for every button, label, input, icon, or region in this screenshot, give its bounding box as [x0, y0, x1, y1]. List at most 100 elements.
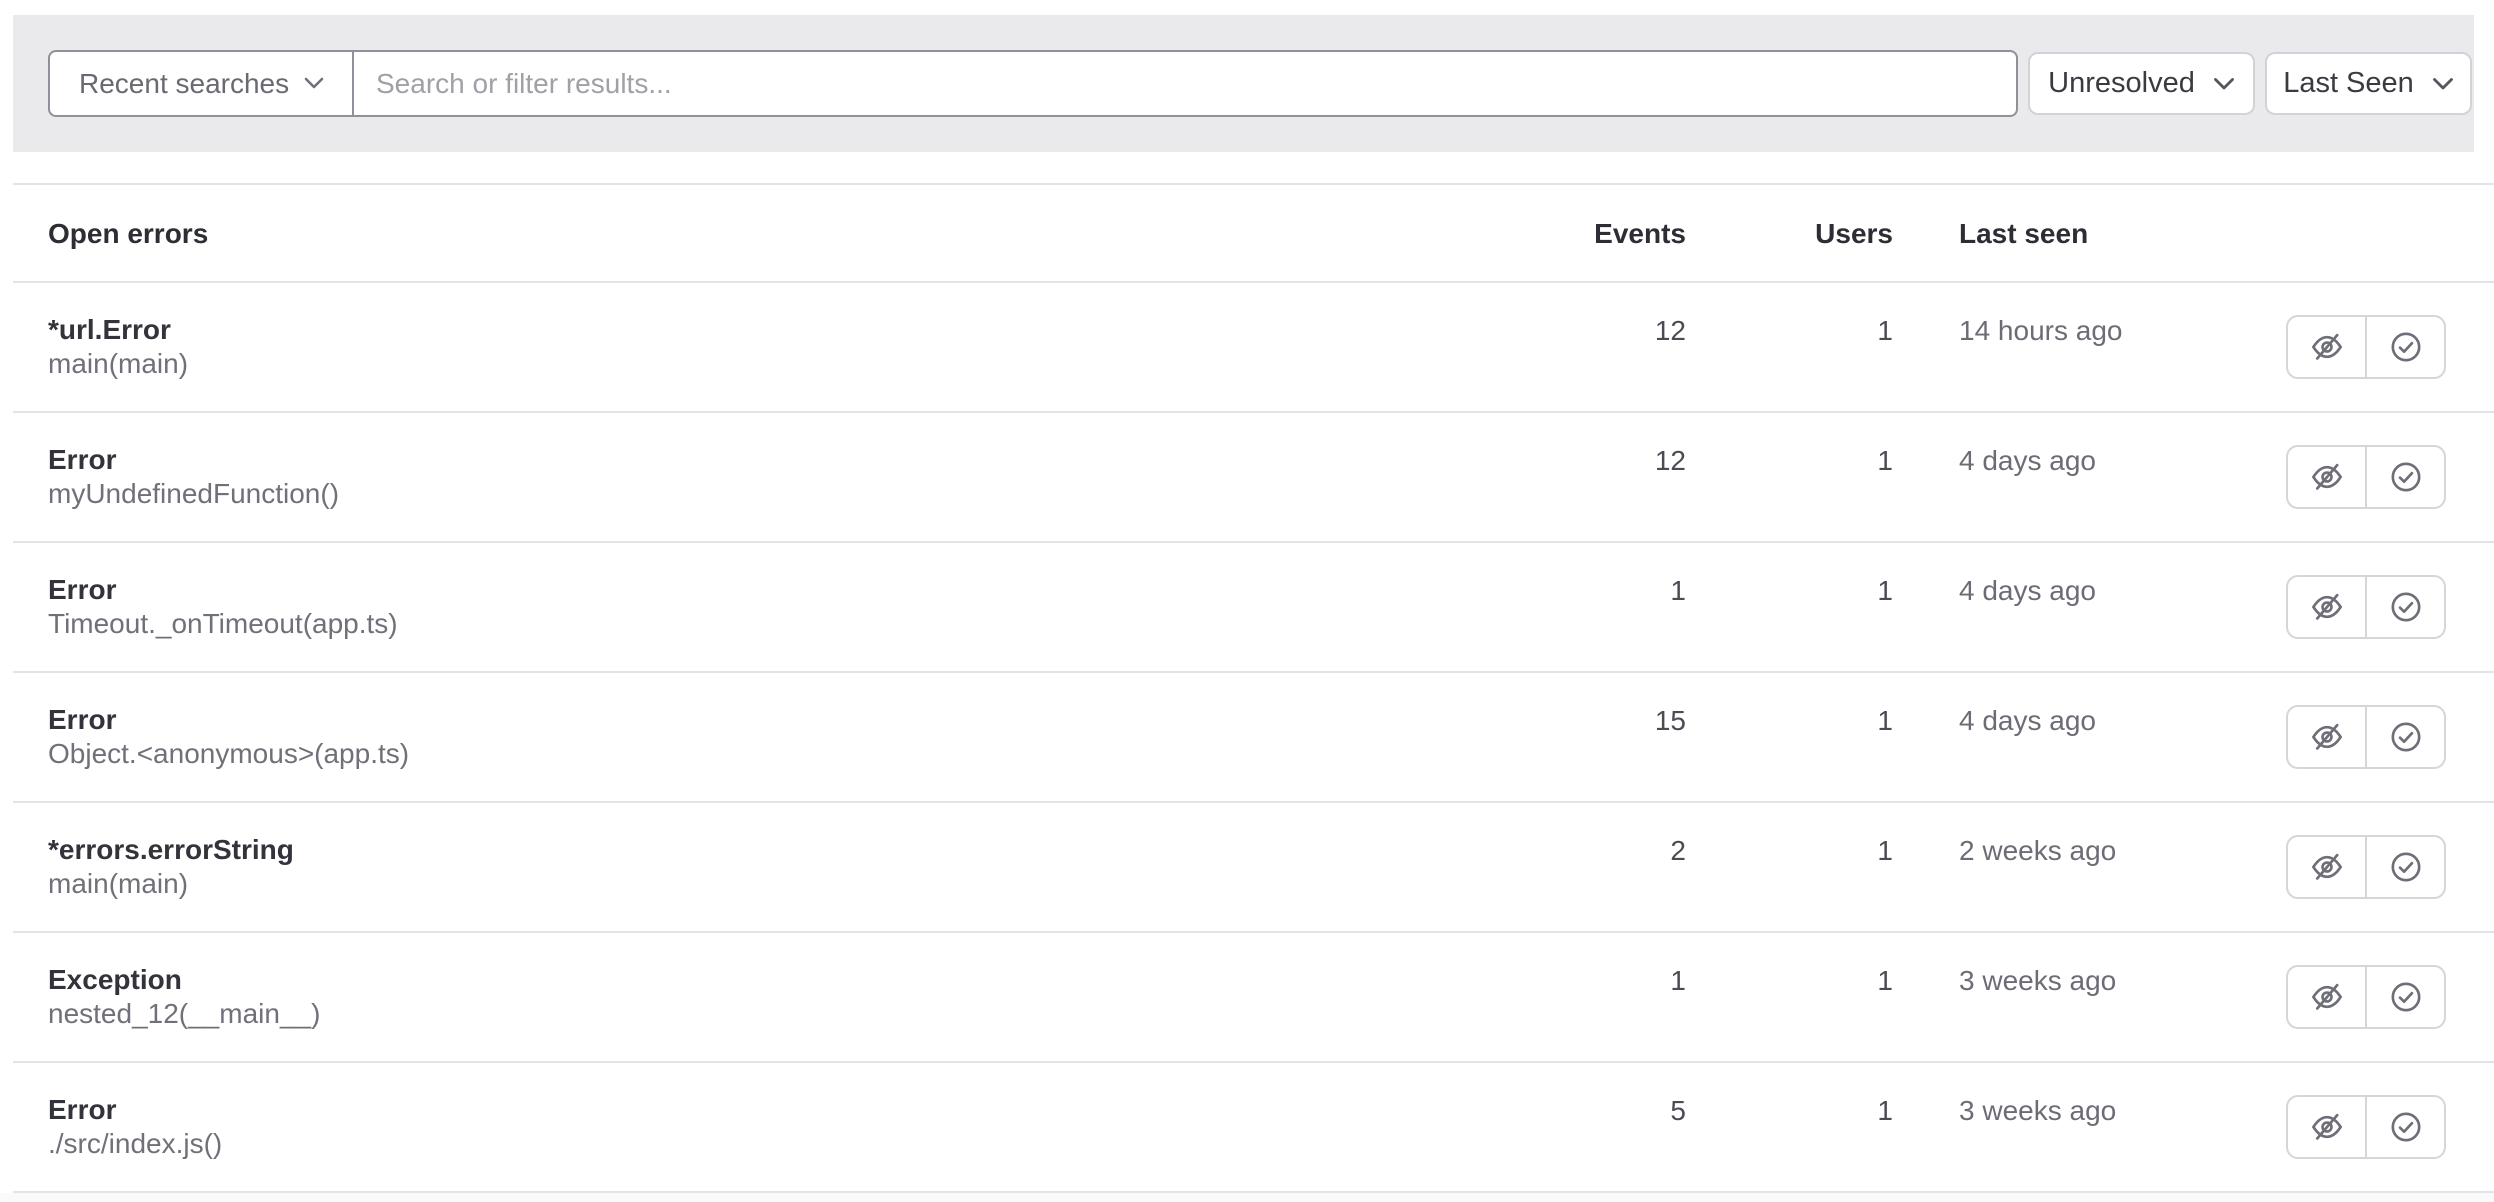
- users-count: 1: [1693, 1095, 1893, 1127]
- events-count: 15: [1486, 705, 1686, 737]
- ignore-button[interactable]: [2288, 967, 2365, 1027]
- error-culprit: ./src/index.js(): [48, 1127, 222, 1161]
- column-header-last-seen: Last seen: [1959, 218, 2088, 250]
- check-circle-icon: [2389, 460, 2423, 494]
- events-count: 1: [1486, 965, 1686, 997]
- error-culprit: myUndefinedFunction(): [48, 477, 339, 511]
- events-count: 12: [1486, 315, 1686, 347]
- check-circle-icon: [2389, 590, 2423, 624]
- error-culprit: main(main): [48, 867, 294, 901]
- bottom-edge: [0, 1193, 2494, 1202]
- ignore-button[interactable]: [2288, 837, 2365, 897]
- error-title[interactable]: *url.Error: [48, 313, 188, 347]
- error-culprit: Timeout._onTimeout(app.ts): [48, 607, 398, 641]
- table-header: Open errors Events Users Last seen: [13, 183, 2494, 283]
- check-circle-icon: [2389, 330, 2423, 364]
- events-count: 5: [1486, 1095, 1686, 1127]
- last-seen-value: 4 days ago: [1959, 575, 2096, 607]
- last-seen-value: 3 weeks ago: [1959, 965, 2116, 997]
- resolve-button[interactable]: [2365, 447, 2444, 507]
- error-link[interactable]: Error ./src/index.js(): [48, 1093, 222, 1161]
- row-action-group: [2286, 835, 2446, 899]
- users-count: 1: [1693, 835, 1893, 867]
- eye-slash-icon: [2310, 330, 2344, 364]
- column-header-users: Users: [1693, 218, 1893, 250]
- status-filter-label: Unresolved: [2048, 67, 2195, 100]
- check-circle-icon: [2389, 980, 2423, 1014]
- check-circle-icon: [2389, 850, 2423, 884]
- chevron-down-icon: [2432, 77, 2454, 91]
- error-row[interactable]: *url.Error main(main) 12 1 14 hours ago: [13, 283, 2494, 413]
- resolve-button[interactable]: [2365, 1097, 2444, 1157]
- eye-slash-icon: [2310, 590, 2344, 624]
- error-row[interactable]: Error Timeout._onTimeout(app.ts) 1 1 4 d…: [13, 543, 2494, 673]
- ignore-button[interactable]: [2288, 707, 2365, 767]
- filter-bar: Recent searches Unresolved Last Seen: [13, 15, 2474, 152]
- resolve-button[interactable]: [2365, 837, 2444, 897]
- error-culprit: Object.<anonymous>(app.ts): [48, 737, 409, 771]
- ignore-button[interactable]: [2288, 577, 2365, 637]
- users-count: 1: [1693, 445, 1893, 477]
- users-count: 1: [1693, 575, 1893, 607]
- error-row[interactable]: Error Object.<anonymous>(app.ts) 15 1 4 …: [13, 673, 2494, 803]
- sort-dropdown[interactable]: Last Seen: [2265, 52, 2472, 115]
- eye-slash-icon: [2310, 720, 2344, 754]
- search-input[interactable]: [352, 50, 2018, 117]
- users-count: 1: [1693, 315, 1893, 347]
- ignore-button[interactable]: [2288, 447, 2365, 507]
- error-title[interactable]: Error: [48, 703, 409, 737]
- last-seen-value: 3 weeks ago: [1959, 1095, 2116, 1127]
- check-circle-icon: [2389, 1110, 2423, 1144]
- resolve-button[interactable]: [2365, 577, 2444, 637]
- resolve-button[interactable]: [2365, 317, 2444, 377]
- column-header-events: Events: [1486, 218, 1686, 250]
- check-circle-icon: [2389, 720, 2423, 754]
- error-link[interactable]: Error Timeout._onTimeout(app.ts): [48, 573, 398, 641]
- resolve-button[interactable]: [2365, 707, 2444, 767]
- eye-slash-icon: [2310, 980, 2344, 1014]
- chevron-down-icon: [2213, 77, 2235, 91]
- last-seen-value: 4 days ago: [1959, 705, 2096, 737]
- users-count: 1: [1693, 965, 1893, 997]
- error-link[interactable]: Error Object.<anonymous>(app.ts): [48, 703, 409, 771]
- ignore-button[interactable]: [2288, 317, 2365, 377]
- error-row[interactable]: *errors.errorString main(main) 2 1 2 wee…: [13, 803, 2494, 933]
- error-row[interactable]: Exception nested_12(__main__) 1 1 3 week…: [13, 933, 2494, 1063]
- chevron-down-icon: [304, 77, 324, 90]
- resolve-button[interactable]: [2365, 967, 2444, 1027]
- recent-searches-dropdown[interactable]: Recent searches: [48, 50, 352, 117]
- error-title[interactable]: Error: [48, 573, 398, 607]
- open-errors-table: Open errors Events Users Last seen *url.…: [13, 183, 2494, 1193]
- error-link[interactable]: Exception nested_12(__main__): [48, 963, 320, 1031]
- error-title[interactable]: Exception: [48, 963, 320, 997]
- events-count: 1: [1486, 575, 1686, 607]
- error-link[interactable]: Error myUndefinedFunction(): [48, 443, 339, 511]
- sort-label: Last Seen: [2283, 67, 2414, 100]
- status-filter-dropdown[interactable]: Unresolved: [2028, 52, 2255, 115]
- error-link[interactable]: *errors.errorString main(main): [48, 833, 294, 901]
- ignore-button[interactable]: [2288, 1097, 2365, 1157]
- row-action-group: [2286, 445, 2446, 509]
- row-action-group: [2286, 1095, 2446, 1159]
- eye-slash-icon: [2310, 850, 2344, 884]
- eye-slash-icon: [2310, 460, 2344, 494]
- error-culprit: main(main): [48, 347, 188, 381]
- error-row[interactable]: Error ./src/index.js() 5 1 3 weeks ago: [13, 1063, 2494, 1193]
- error-title[interactable]: Error: [48, 443, 339, 477]
- last-seen-value: 14 hours ago: [1959, 315, 2122, 347]
- row-action-group: [2286, 315, 2446, 379]
- error-link[interactable]: *url.Error main(main): [48, 313, 188, 381]
- error-culprit: nested_12(__main__): [48, 997, 320, 1031]
- row-action-group: [2286, 965, 2446, 1029]
- row-action-group: [2286, 705, 2446, 769]
- users-count: 1: [1693, 705, 1893, 737]
- error-row[interactable]: Error myUndefinedFunction() 12 1 4 days …: [13, 413, 2494, 543]
- row-action-group: [2286, 575, 2446, 639]
- events-count: 2: [1486, 835, 1686, 867]
- last-seen-value: 2 weeks ago: [1959, 835, 2116, 867]
- error-title[interactable]: Error: [48, 1093, 222, 1127]
- recent-searches-label: Recent searches: [79, 68, 289, 100]
- table-title: Open errors: [48, 218, 208, 250]
- error-title[interactable]: *errors.errorString: [48, 833, 294, 867]
- eye-slash-icon: [2310, 1110, 2344, 1144]
